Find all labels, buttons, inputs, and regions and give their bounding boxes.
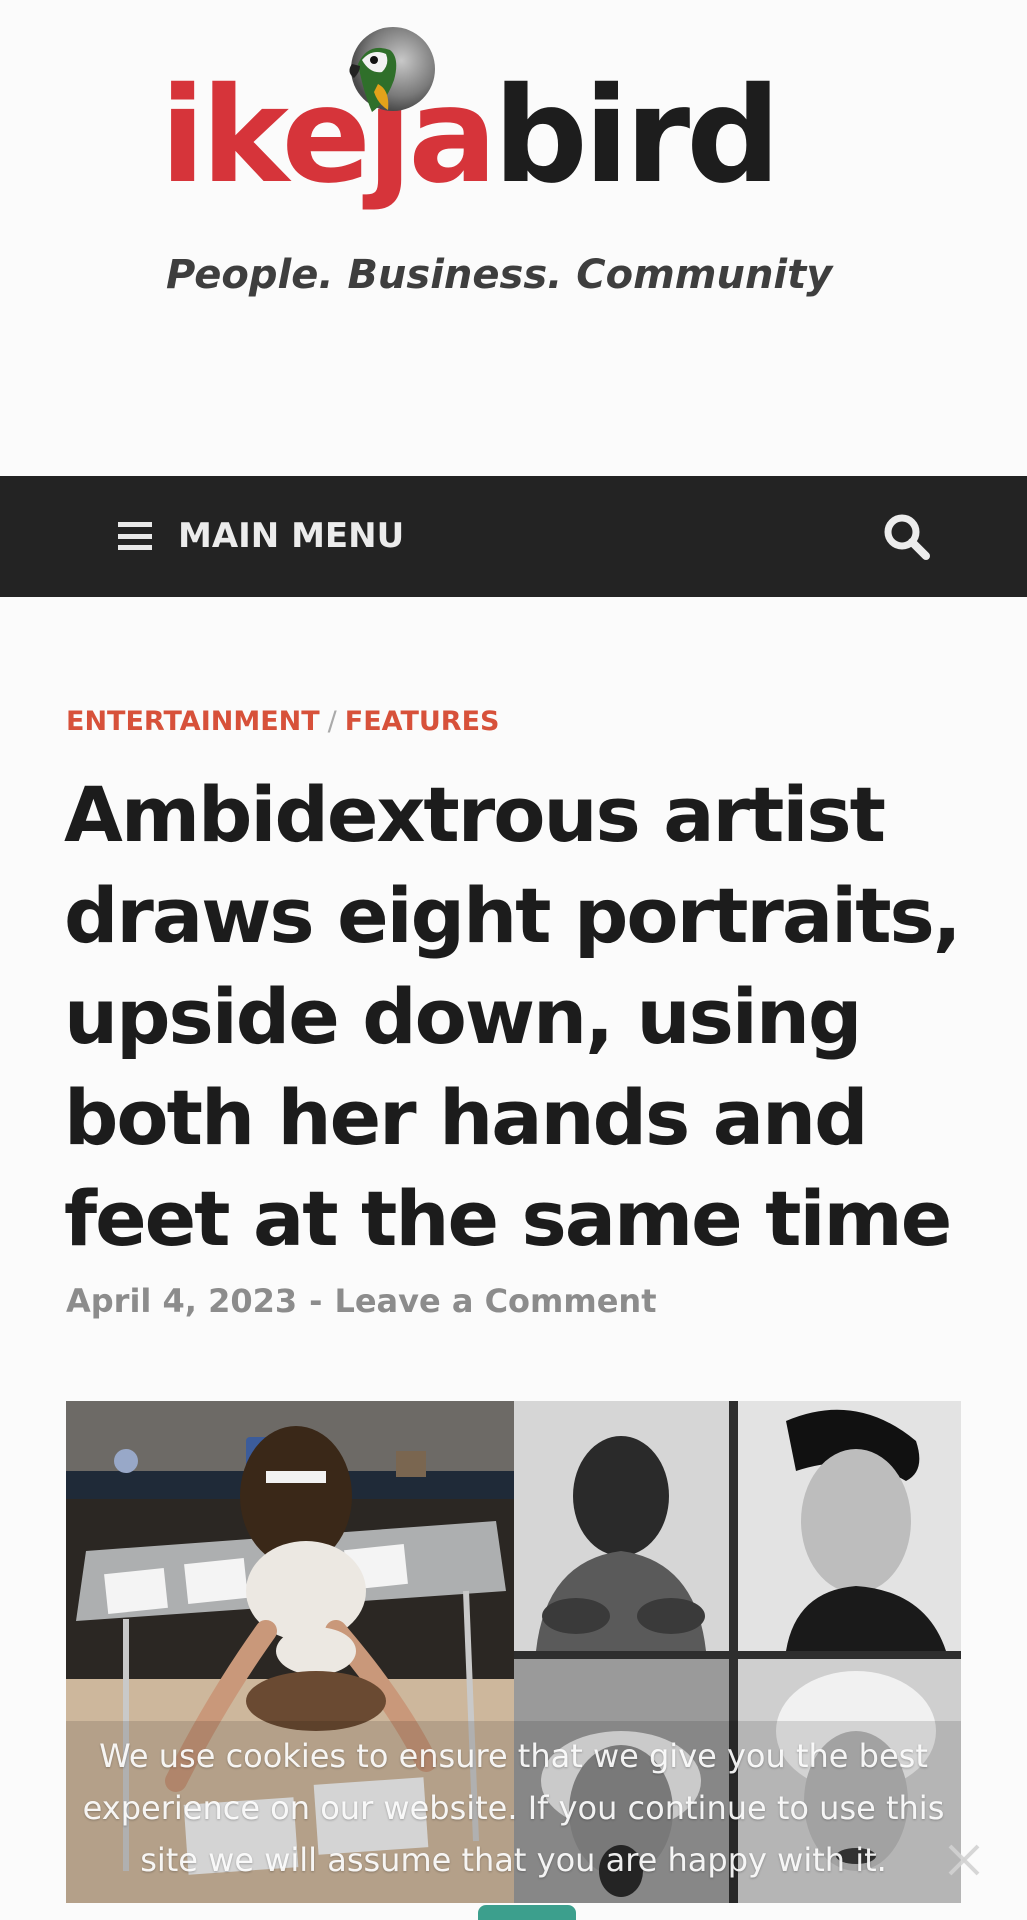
hamburger-icon — [118, 522, 152, 550]
post-date[interactable]: April 4, 2023 — [66, 1282, 297, 1320]
main-navigation: MAIN MENU — [0, 476, 1027, 597]
category-link-entertainment[interactable]: ENTERTAINMENT — [66, 706, 320, 737]
cookie-accept-button[interactable] — [478, 1905, 576, 1920]
category-link-features[interactable]: FEATURES — [345, 706, 500, 737]
search-icon[interactable] — [880, 510, 934, 564]
leave-comment-link[interactable]: Leave a Comment — [334, 1282, 656, 1320]
site-logo[interactable]: ikejabird People. Business. Community — [160, 20, 832, 320]
logo-text-red: ikeja — [160, 59, 497, 213]
post-categories: ENTERTAINMENT / FEATURES — [66, 706, 500, 737]
site-header: ikejabird People. Business. Community — [0, 0, 1027, 476]
parrot-logo-icon — [349, 27, 435, 112]
close-icon[interactable] — [942, 1838, 986, 1882]
article-meta: April 4, 2023- Leave a Comment — [66, 1282, 657, 1320]
cookie-notice-message: We use cookies to ensure that we give yo… — [82, 1737, 945, 1879]
logo-wordmark: ikejabird — [160, 70, 781, 202]
main-menu-button[interactable]: MAIN MENU — [118, 506, 404, 566]
logo-text-black: bird — [493, 59, 780, 213]
category-separator: / — [327, 706, 337, 737]
main-menu-label: MAIN MENU — [178, 516, 405, 556]
page: ikejabird People. Business. Community MA… — [0, 0, 1027, 1920]
meta-separator: - — [309, 1282, 323, 1320]
article-title: Ambidextrous artist draws eight portrait… — [64, 770, 962, 1263]
site-tagline: People. Business. Community — [166, 252, 833, 298]
